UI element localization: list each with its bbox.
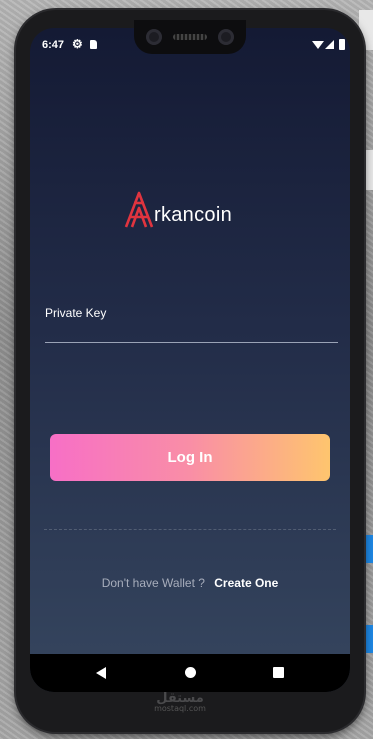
recent-apps-icon[interactable] — [273, 667, 284, 678]
camera-icon — [218, 29, 234, 45]
home-icon[interactable] — [185, 667, 196, 678]
camera-icon — [146, 29, 162, 45]
signup-row: Don't have Wallet ? Create One — [30, 576, 350, 590]
private-key-input[interactable] — [45, 322, 338, 343]
app-screen: 6:47 ⚙ rkancoin Private Key Log In Don't… — [30, 28, 350, 692]
create-one-link[interactable]: Create One — [214, 576, 278, 590]
watermark: مستقل mostaql.com — [145, 691, 215, 713]
battery-icon — [339, 39, 345, 50]
arkancoin-logo-icon — [124, 191, 154, 228]
brand-logo: rkancoin — [124, 190, 232, 230]
sd-card-icon — [90, 40, 97, 49]
speaker-grille — [173, 34, 207, 40]
brand-name: rkancoin — [154, 204, 232, 226]
back-icon[interactable] — [96, 667, 106, 679]
android-nav-bar — [30, 654, 350, 692]
watermark-subtext: mostaql.com — [154, 704, 206, 713]
camera-notch — [134, 20, 246, 54]
divider — [44, 529, 336, 530]
signup-prompt: Don't have Wallet ? — [101, 576, 205, 590]
signal-icon — [325, 40, 334, 49]
login-button[interactable]: Log In — [50, 434, 330, 481]
phone-frame: 6:47 ⚙ rkancoin Private Key Log In Don't… — [16, 10, 364, 732]
status-time: 6:47 — [42, 39, 65, 51]
private-key-label: Private Key — [45, 306, 107, 320]
wifi-icon — [312, 41, 324, 49]
settings-gear-icon: ⚙ — [72, 37, 83, 51]
